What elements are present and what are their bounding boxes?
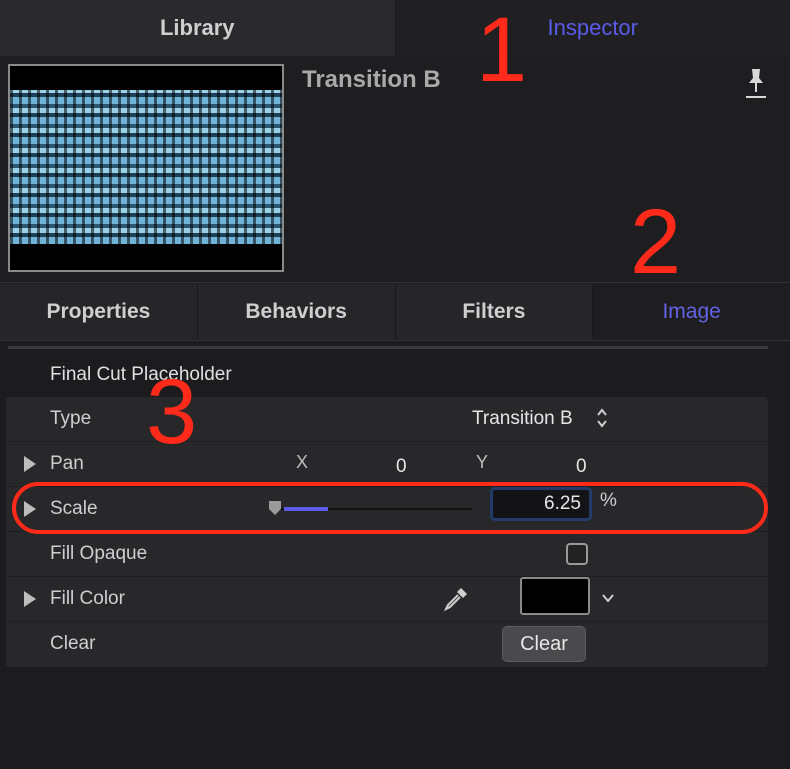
thumbnail-image: [10, 90, 282, 244]
tab-library[interactable]: Library: [0, 0, 396, 56]
pan-y-label: Y: [476, 452, 489, 472]
section-divider: [8, 346, 768, 349]
type-popup[interactable]: Transition B: [472, 408, 573, 430]
fill-color-label: Fill Color: [50, 588, 125, 609]
top-tab-bar: Library Inspector: [0, 0, 790, 56]
pan-x-value[interactable]: 0: [396, 456, 407, 478]
fill-opaque-checkbox[interactable]: [566, 543, 588, 565]
param-row-fill-opaque: Fill Opaque: [6, 532, 768, 577]
eyedropper-icon[interactable]: [442, 585, 470, 613]
clip-title: Transition B: [302, 66, 441, 93]
tab-filters[interactable]: Filters: [395, 284, 594, 340]
fill-color-swatch[interactable]: [520, 577, 590, 615]
annotation-number-3: 3: [146, 361, 198, 463]
pan-disclosure-triangle-icon[interactable]: [24, 456, 36, 472]
param-row-type: Type Transition B: [6, 397, 768, 442]
clear-label: Clear: [50, 633, 96, 654]
clip-thumbnail: [8, 64, 284, 272]
fill-color-disclosure-triangle-icon[interactable]: [24, 591, 36, 607]
pan-x-label: X: [296, 452, 309, 472]
annotation-number-1: 1: [476, 0, 528, 101]
tab-properties[interactable]: Properties: [0, 284, 198, 340]
pan-y-value[interactable]: 0: [576, 456, 587, 478]
clear-button[interactable]: Clear: [502, 626, 586, 662]
fill-opaque-label: Fill Opaque: [50, 543, 148, 564]
scale-highlight-ring: [12, 482, 768, 534]
pan-label: Pan: [50, 453, 84, 474]
param-row-clear: Clear Clear: [6, 622, 768, 666]
tab-behaviors[interactable]: Behaviors: [197, 284, 396, 340]
pin-icon[interactable]: [744, 66, 768, 100]
annotation-number-2: 2: [630, 191, 682, 293]
up-down-chevron-icon[interactable]: [596, 407, 608, 429]
tab-inspector[interactable]: Inspector: [395, 0, 790, 56]
type-label: Type: [50, 408, 92, 429]
section-title: Final Cut Placeholder: [50, 364, 232, 385]
param-row-pan: Pan X 0 Y 0: [6, 442, 768, 487]
param-row-fill-color: Fill Color: [6, 577, 768, 622]
chevron-down-icon[interactable]: [602, 593, 614, 603]
tab-image[interactable]: Image: [593, 284, 790, 340]
